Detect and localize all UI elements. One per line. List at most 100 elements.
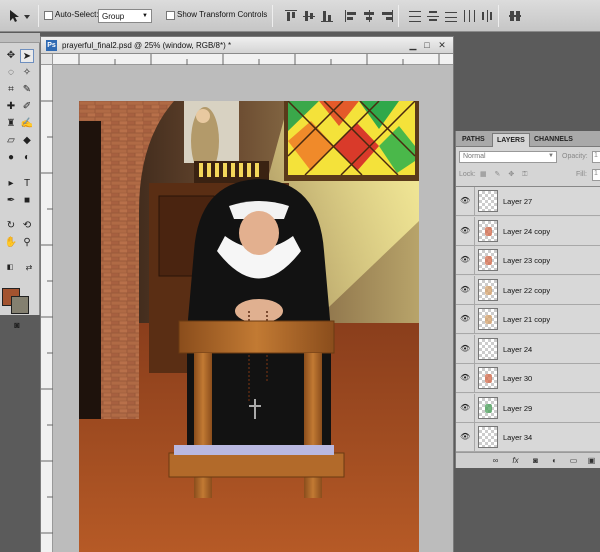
layer-name: Layer 30 [503,374,533,383]
eyedropper-icon[interactable]: ✎ [20,83,34,97]
layer-thumbnail[interactable] [478,249,498,271]
eraser-icon[interactable]: ▱ [4,134,18,148]
layer-thumbnail[interactable] [478,367,498,389]
layer-row[interactable]: 👁 Layer 24 [456,334,600,364]
align-bottom-edges-icon[interactable] [320,9,334,23]
align-left-edges-icon[interactable] [344,9,358,23]
magic-wand-icon[interactable]: ✧ [20,66,34,80]
layer-row[interactable]: 👁 Layer 23 copy [456,246,600,275]
toolbox: ✥ ➤ ◌ ✧ ⌗ ✎ ✚ ✐ ♜ ✍ ▱ ◆ ● ◐ ▸ T ✒ ■ ↻ ⟲ … [0,33,40,330]
align-horizontal-centers-icon[interactable] [362,9,376,23]
layer-thumbnail[interactable] [478,426,498,448]
lock-options-icon[interactable]: ▦ ✎ ✥ ⚿ [480,170,531,179]
opacity-input[interactable]: 1 [592,151,600,163]
distribute-horizontal-centers-icon[interactable] [480,9,494,23]
layer-row[interactable]: 👁 Layer 21 copy [456,305,600,334]
align-vertical-centers-icon[interactable] [302,9,316,23]
new-layer-icon[interactable]: ▣ [586,455,597,466]
eye-visibility-icon[interactable]: 👁 [460,255,470,265]
distribute-vertical-centers-icon[interactable] [426,9,440,23]
auto-select-dropdown[interactable]: Group ▼ [98,9,152,23]
layer-thumbnail[interactable] [478,219,498,242]
healing-brush-icon[interactable]: ✚ [4,100,18,114]
layer-thumbnail[interactable] [478,396,498,419]
separator [498,5,499,27]
clone-stamp-icon[interactable]: ♜ [4,117,18,131]
align-right-edges-icon[interactable] [380,9,394,23]
layer-thumbnail[interactable] [478,278,498,301]
fill-input[interactable]: 1 [592,169,600,181]
opacity-label: Opacity: [562,153,588,160]
type-tool-icon[interactable]: T [20,177,34,191]
maximize-icon[interactable]: □ [421,40,433,51]
chevron-down-icon: ▼ [142,13,148,19]
brush-tool-icon[interactable]: ✐ [20,100,34,114]
show-transform-checkbox[interactable] [166,11,175,20]
distribute-left-icon[interactable] [462,9,476,23]
eye-visibility-icon[interactable]: 👁 [460,285,470,295]
zoom-tool-icon[interactable]: ⚲ [20,236,34,250]
crop-tool-icon[interactable]: ⌗ [4,83,18,97]
distribute-bottom-icon[interactable] [444,9,458,23]
3d-orbit-icon[interactable]: ⟲ [20,219,34,233]
quick-mask-icon[interactable]: ◙ [10,318,24,332]
layer-row[interactable]: 👁 Layer 30 [456,364,600,393]
tool-preset-picker[interactable] [4,8,34,24]
layer-thumbnail[interactable] [478,190,498,212]
document-titlebar[interactable]: Ps prayerful_final2.psd @ 25% (window, R… [41,37,453,54]
move-tool-icon[interactable]: ✥ [4,49,18,63]
layer-list: 👁 Layer 27 👁 Layer 24 copy 👁 Layer 23 copy 👁 La… [456,186,600,452]
swap-colors-icon[interactable]: ⇄ [22,261,36,275]
hand-tool-icon[interactable]: ✋ [4,236,18,250]
layer-thumbnail[interactable] [478,337,498,360]
distribute-top-icon[interactable] [408,9,422,23]
align-top-edges-icon[interactable] [284,9,298,23]
selection-tool-icon[interactable]: ➤ [20,49,34,63]
eye-visibility-icon[interactable]: 👁 [460,226,470,236]
paint-bucket-icon[interactable]: ◆ [20,134,34,148]
tab-paths[interactable]: PATHS [458,133,489,147]
path-selection-icon[interactable]: ▸ [4,177,18,191]
adjustment-layer-icon[interactable]: ◐ [549,455,560,466]
link-layers-icon[interactable]: ∞ [490,455,501,466]
background-color-swatch[interactable] [11,296,29,314]
eye-visibility-icon[interactable]: 👁 [460,403,470,413]
eye-visibility-icon[interactable]: 👁 [460,432,470,442]
tab-layers[interactable]: LAYERS [492,133,530,147]
ruler-origin[interactable] [41,54,53,65]
blur-tool-icon[interactable]: ● [4,151,18,165]
toolbox-grip[interactable] [0,33,40,43]
tab-channels[interactable]: CHANNELS [530,133,577,147]
default-colors-icon[interactable]: ◧ [3,261,17,275]
layer-style-icon[interactable]: fx [510,455,521,466]
dodge-tool-icon[interactable]: ◐ [20,151,34,165]
close-icon[interactable]: ✕ [436,40,448,51]
auto-select-checkbox[interactable] [44,11,53,20]
shape-tool-icon[interactable]: ■ [20,194,34,208]
new-group-icon[interactable]: ▭ [568,455,579,466]
eye-visibility-icon[interactable]: 👁 [460,314,470,324]
layer-row[interactable]: 👁 Layer 22 copy [456,275,600,305]
layer-row[interactable]: 👁 Layer 27 [456,187,600,216]
canvas-area[interactable] [53,65,453,552]
horizontal-ruler[interactable] [53,54,453,65]
eye-visibility-icon[interactable]: 👁 [460,196,470,206]
auto-align-layers-icon[interactable] [508,9,522,23]
blend-mode-dropdown[interactable]: Normal ▼ [459,151,557,163]
history-brush-icon[interactable]: ✍ [20,117,34,131]
layer-row[interactable]: 👁 Layer 29 [456,393,600,423]
pen-tool-icon[interactable]: ✒ [4,194,18,208]
layer-row[interactable]: 👁 Layer 34 [456,423,600,452]
eye-visibility-icon[interactable]: 👁 [460,373,470,383]
stained-glass-window [284,101,419,181]
photoshop-document-icon: Ps [46,40,57,51]
minimize-icon[interactable]: ▁ [407,40,419,51]
layer-mask-icon[interactable]: ◙ [530,455,541,466]
3d-rotate-icon[interactable]: ↻ [4,219,18,233]
eye-visibility-icon[interactable]: 👁 [460,344,470,354]
layer-row[interactable]: 👁 Layer 24 copy [456,216,600,246]
layer-thumbnail[interactable] [478,308,498,330]
lasso-tool-icon[interactable]: ◌ [4,66,18,80]
vertical-ruler[interactable] [41,65,53,552]
layers-panel: PATHS LAYERS CHANNELS Normal ▼ Opacity: … [455,131,600,468]
